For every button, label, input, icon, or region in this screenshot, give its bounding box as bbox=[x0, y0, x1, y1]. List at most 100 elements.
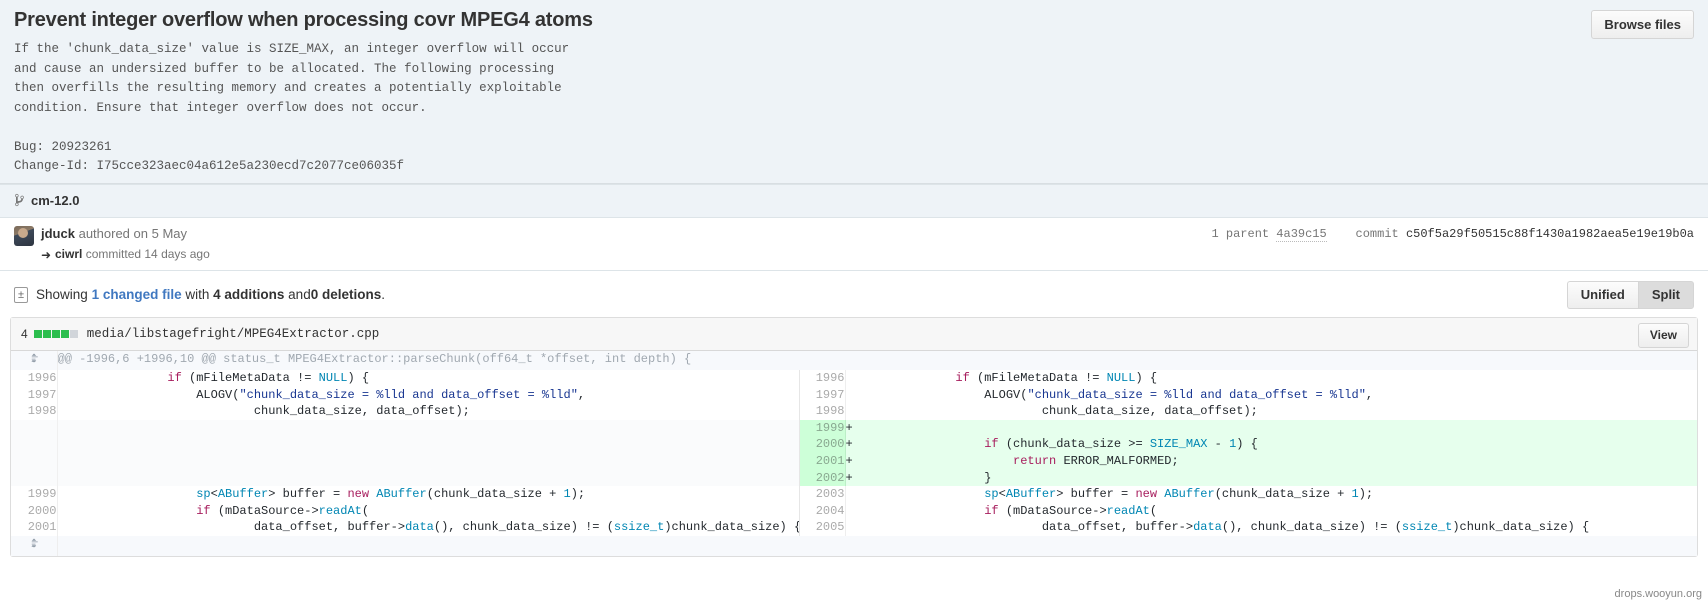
diff-right-code: if (mFileMetaData != NULL) { bbox=[869, 370, 1697, 387]
diff-right-marker bbox=[845, 370, 869, 387]
diff-right-marker bbox=[845, 503, 869, 520]
diff-right-line-number: 1996 bbox=[799, 370, 845, 387]
hunk-header-text: @@ -1996,6 +1996,10 @@ status_t MPEG4Ext… bbox=[57, 351, 1697, 371]
arrow-right-icon: ➜ bbox=[41, 246, 51, 264]
diff-left-code: if (mFileMetaData != NULL) { bbox=[81, 370, 799, 387]
file-header: 4 media/libstagefright/MPEG4Extractor.cp… bbox=[11, 318, 1697, 351]
diff-left-marker bbox=[57, 436, 81, 453]
unfold-icon[interactable] bbox=[26, 352, 42, 368]
committer-name[interactable]: ciwrl bbox=[55, 247, 82, 261]
diff-left-code: sp<ABuffer> buffer = new ABuffer(chunk_d… bbox=[81, 486, 799, 503]
author-row: jduck authored on 5 May ➜ ciwrl committe… bbox=[0, 217, 1708, 271]
and-text: and bbox=[288, 287, 311, 302]
avatar[interactable] bbox=[14, 226, 34, 246]
diff-right-line-number: 2000 bbox=[799, 436, 845, 453]
diff-footer bbox=[11, 536, 1697, 556]
diff-left-line-number: 2001 bbox=[11, 519, 57, 536]
parent-sha[interactable]: 4a39c15 bbox=[1276, 227, 1326, 242]
diff-left-line-number: 1999 bbox=[11, 486, 57, 503]
diff-right-line-number: 2003 bbox=[799, 486, 845, 503]
diff-row: 2001+ return ERROR_MALFORMED; bbox=[11, 453, 1697, 470]
diff-row: 1998 chunk_data_size, data_offset);1998 … bbox=[11, 403, 1697, 420]
diff-row: 2000 if (mDataSource->readAt(2004 if (mD… bbox=[11, 503, 1697, 520]
changed-file-link[interactable]: 1 changed file bbox=[92, 287, 182, 302]
showing-summary: Showing 1 changed file with 4 additions … bbox=[36, 287, 385, 302]
diff-row: 2000+ if (chunk_data_size >= SIZE_MAX - … bbox=[11, 436, 1697, 453]
diff-left-line-number bbox=[11, 436, 57, 453]
browse-files-button[interactable]: Browse files bbox=[1591, 10, 1694, 39]
commit-label: commit bbox=[1356, 227, 1399, 241]
file-diff-box: 4 media/libstagefright/MPEG4Extractor.cp… bbox=[10, 317, 1698, 557]
diff-right-code: data_offset, buffer->data(), chunk_data_… bbox=[869, 519, 1697, 536]
diff-right-line-number: 1998 bbox=[799, 403, 845, 420]
authored-line: jduck authored on 5 May bbox=[41, 225, 210, 243]
diff-stat-block bbox=[34, 330, 42, 338]
commit-header: Prevent integer overflow when processing… bbox=[0, 0, 1708, 184]
diff-left-marker bbox=[57, 503, 81, 520]
diff-right-code: sp<ABuffer> buffer = new ABuffer(chunk_d… bbox=[869, 486, 1697, 503]
branch-name[interactable]: cm-12.0 bbox=[31, 193, 79, 208]
diff-right-code: if (chunk_data_size >= SIZE_MAX - 1) { bbox=[869, 436, 1697, 453]
diff-left-code bbox=[81, 420, 799, 437]
diff-right-line-number: 2001 bbox=[799, 453, 845, 470]
diff-left-code: data_offset, buffer->data(), chunk_data_… bbox=[81, 519, 799, 536]
diff-right-marker: + bbox=[845, 470, 869, 487]
with-text: with bbox=[185, 287, 209, 302]
diff-right-line-number: 2005 bbox=[799, 519, 845, 536]
diff-row: 2002+ } bbox=[11, 470, 1697, 487]
branch-row: cm-12.0 bbox=[0, 184, 1708, 217]
diff-right-code: if (mDataSource->readAt( bbox=[869, 503, 1697, 520]
diff-left-line-number bbox=[11, 453, 57, 470]
diff-left-marker bbox=[57, 420, 81, 437]
commit-page: Prevent integer overflow when processing… bbox=[0, 0, 1708, 602]
diff-left-code: chunk_data_size, data_offset); bbox=[81, 403, 799, 420]
commit-sha[interactable]: c50f5a29f50515c88f1430a1982aea5e19e19b0a bbox=[1406, 227, 1694, 241]
additions-count: 4 additions bbox=[213, 287, 284, 302]
diff-row: 1997 ALOGV("chunk_data_size = %lld and d… bbox=[11, 387, 1697, 404]
diff-row: 1999+ bbox=[11, 420, 1697, 437]
diff-left-line-number: 1998 bbox=[11, 403, 57, 420]
diff-toolbar: ± Showing 1 changed file with 4 addition… bbox=[0, 271, 1708, 317]
diff-right-code: return ERROR_MALFORMED; bbox=[869, 453, 1697, 470]
diff-right-line-number: 2002 bbox=[799, 470, 845, 487]
diff-table: @@ -1996,6 +1996,10 @@ status_t MPEG4Ext… bbox=[11, 351, 1697, 556]
diff-stat-block bbox=[70, 330, 78, 338]
diff-left-marker bbox=[57, 486, 81, 503]
diff-right-code: ALOGV("chunk_data_size = %lld and data_o… bbox=[869, 387, 1697, 404]
view-file-button[interactable]: View bbox=[1638, 323, 1689, 348]
diff-left-marker bbox=[57, 403, 81, 420]
diff-left-code bbox=[81, 436, 799, 453]
diff-right-code: } bbox=[869, 470, 1697, 487]
diff-rows: 1996 if (mFileMetaData != NULL) {1996 if… bbox=[11, 370, 1697, 536]
split-view-button[interactable]: Split bbox=[1638, 281, 1694, 309]
diff-left-code: if (mDataSource->readAt( bbox=[81, 503, 799, 520]
diff-right-marker bbox=[845, 387, 869, 404]
diff-row: 1999 sp<ABuffer> buffer = new ABuffer(ch… bbox=[11, 486, 1697, 503]
diff-row: 1996 if (mFileMetaData != NULL) {1996 if… bbox=[11, 370, 1697, 387]
diff-left-code bbox=[81, 453, 799, 470]
hunk-footer-text bbox=[57, 536, 1697, 556]
diff-body: @@ -1996,6 +1996,10 @@ status_t MPEG4Ext… bbox=[11, 351, 1697, 371]
author-name[interactable]: jduck bbox=[41, 226, 75, 241]
diff-right-code bbox=[869, 420, 1697, 437]
hunk-expand-cell-bottom[interactable] bbox=[11, 536, 57, 556]
deletions-count: 0 deletions bbox=[311, 287, 382, 302]
diff-left-marker bbox=[57, 470, 81, 487]
diff-right-marker bbox=[845, 519, 869, 536]
unified-view-button[interactable]: Unified bbox=[1567, 281, 1638, 309]
author-lines: jduck authored on 5 May ➜ ciwrl committe… bbox=[41, 225, 210, 263]
diff-left-line-number: 2000 bbox=[11, 503, 57, 520]
parent-label: 1 parent bbox=[1211, 227, 1269, 241]
unfold-icon[interactable] bbox=[26, 537, 42, 553]
diff-right-marker: + bbox=[845, 453, 869, 470]
diff-left-code: ALOGV("chunk_data_size = %lld and data_o… bbox=[81, 387, 799, 404]
diff-stat-icon: ± bbox=[14, 287, 28, 303]
diff-left-marker bbox=[57, 370, 81, 387]
hunk-header-row: @@ -1996,6 +1996,10 @@ status_t MPEG4Ext… bbox=[11, 351, 1697, 371]
committed-line: ➜ ciwrl committed 14 days ago bbox=[41, 245, 210, 263]
file-path[interactable]: media/libstagefright/MPEG4Extractor.cpp bbox=[87, 327, 380, 341]
hunk-footer-row bbox=[11, 536, 1697, 556]
hunk-expand-cell[interactable] bbox=[11, 351, 57, 371]
file-diff-stat-bar bbox=[34, 330, 78, 338]
diff-right-line-number: 1999 bbox=[799, 420, 845, 437]
